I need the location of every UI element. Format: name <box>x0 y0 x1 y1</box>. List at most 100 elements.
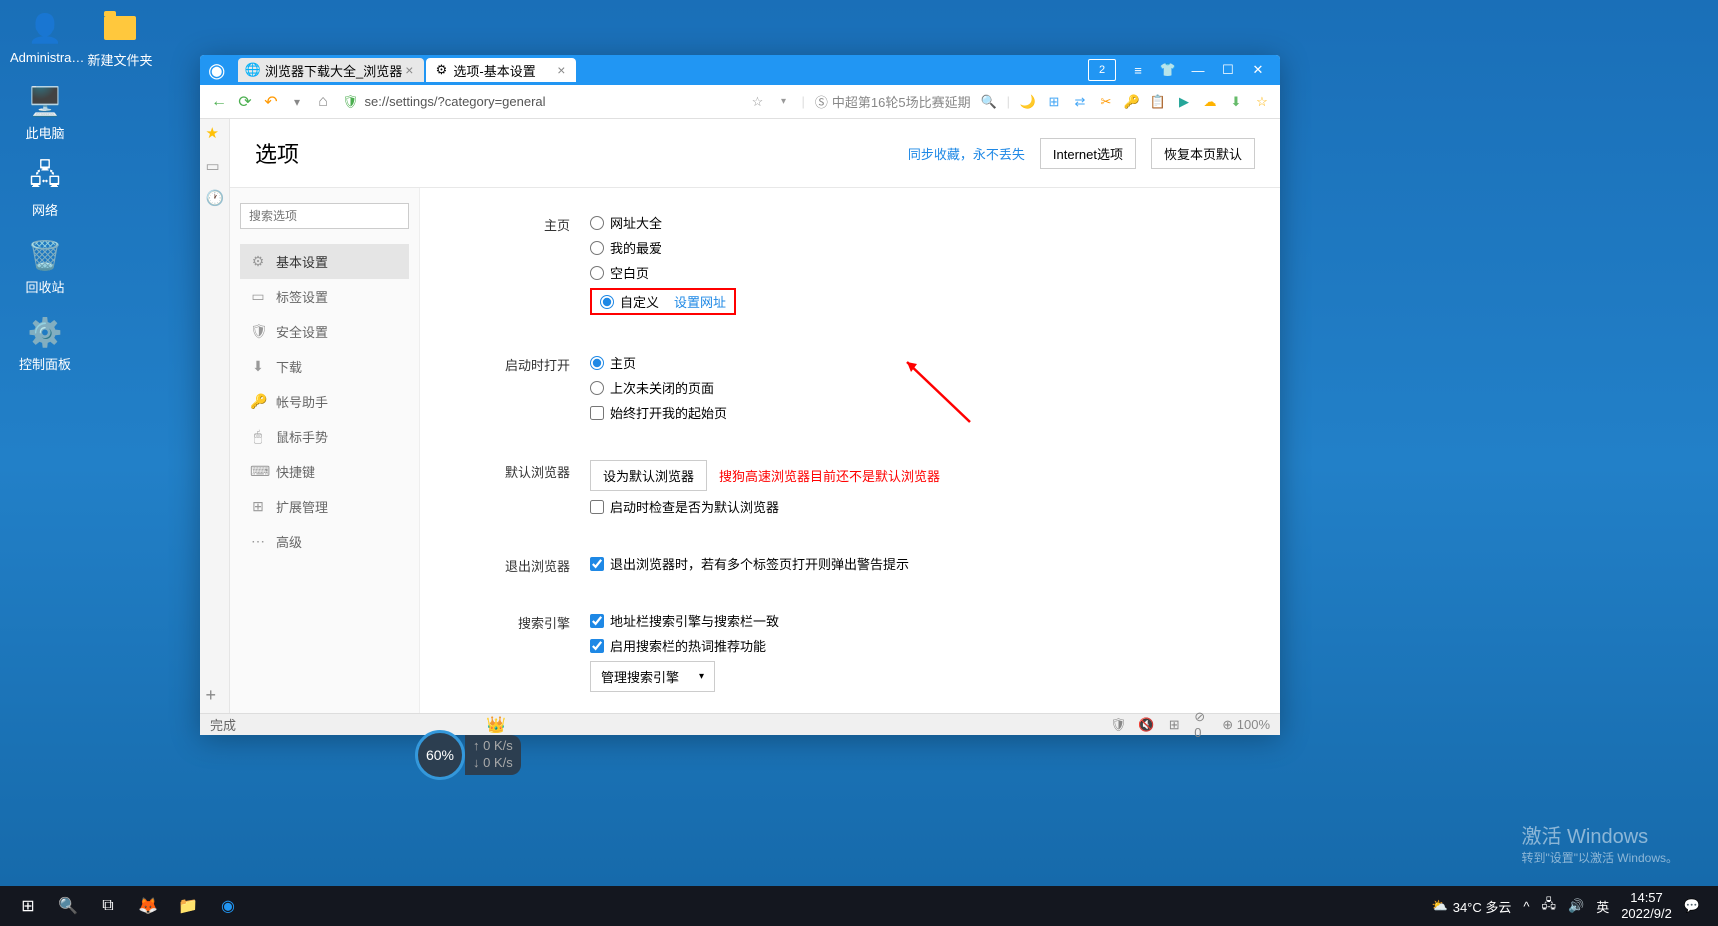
section-startup: 启动时打开 <box>460 353 590 428</box>
reading-icon[interactable]: ▭ <box>206 157 224 175</box>
sidebar-item-security[interactable]: 🛡安全设置 <box>240 314 409 349</box>
back-button[interactable]: ← <box>210 93 228 111</box>
search-button[interactable]: 🔍 <box>48 886 88 926</box>
toolbar: ← ⟳ ↶ ▾ ⌂ 🛡 se://settings/?category=gene… <box>200 85 1280 119</box>
taskbar-clock[interactable]: 14:57 2022/9/2 <box>1621 890 1672 921</box>
sidebar-item-shortcut[interactable]: ⌨快捷键 <box>240 454 409 489</box>
tab-1[interactable]: 🌐 浏览器下载大全_浏览器 × <box>238 58 424 82</box>
note-icon[interactable]: 📋 <box>1150 94 1166 110</box>
tab-close-icon[interactable]: × <box>554 62 568 78</box>
sidebar-item-account[interactable]: 🔑 帐号助手 <box>240 384 409 419</box>
reload-button[interactable]: ⟳ <box>236 93 254 111</box>
close-button[interactable]: ✕ <box>1244 59 1272 81</box>
shield-status-icon[interactable]: 🛡 <box>1110 717 1126 733</box>
scissors-icon[interactable]: ✂ <box>1098 94 1114 110</box>
internet-options-button[interactable]: Internet选项 <box>1040 138 1136 169</box>
speed-widget[interactable]: 60% ↑ 0 K/s ↓ 0 K/s <box>415 730 521 780</box>
notification-icon[interactable]: 💬 <box>1684 898 1700 914</box>
grid-icon: ⊞ <box>250 498 266 515</box>
desktop-icon-recycle[interactable]: 🗑️回收站 <box>10 237 80 296</box>
desktop-icon-folder[interactable]: 新建文件夹 <box>85 10 155 69</box>
undo-button[interactable]: ↶ <box>262 93 280 111</box>
tab-close-icon[interactable]: × <box>402 62 416 78</box>
checkbox-hotword[interactable] <box>590 639 604 653</box>
zoom-level[interactable]: ⊕ 100% <box>1222 717 1270 733</box>
start-button[interactable]: ⊞ <box>8 886 48 926</box>
sidebar-item-extension[interactable]: ⊞扩展管理 <box>240 489 409 524</box>
sidebar-item-label: 快捷键 <box>276 462 315 481</box>
desktop-icon-network[interactable]: 🖧网络 <box>10 160 80 219</box>
tray-chevron-icon[interactable]: ^ <box>1523 899 1529 914</box>
star-icon[interactable]: ☆ <box>750 94 766 110</box>
explorer-icon[interactable]: 📁 <box>168 886 208 926</box>
dropdown-icon[interactable]: ▾ <box>288 93 306 111</box>
radio-start-last[interactable] <box>590 381 604 395</box>
firefox-icon[interactable]: 🦊 <box>128 886 168 926</box>
settings-sidebar: ⚙基本设置 ▭标签设置 🛡安全设置 ⬇下载 🔑 帐号助手 🖱鼠标手势 ⌨快捷键 ⊞… <box>230 188 420 713</box>
minimize-button[interactable]: — <box>1184 59 1212 81</box>
set-url-link[interactable]: 设置网址 <box>674 292 726 311</box>
tab-label: 浏览器下载大全_浏览器 <box>265 61 402 80</box>
tray-network-icon[interactable]: 🖧 <box>1542 895 1557 917</box>
checkbox-always-startpage[interactable] <box>590 406 604 420</box>
favorite-icon[interactable]: ☆ <box>1254 94 1270 110</box>
manage-search-dropdown[interactable]: 管理搜索引擎▾ <box>590 661 715 692</box>
maximize-button[interactable]: ☐ <box>1214 59 1242 81</box>
settings-content: 主页 网址大全 我的最爱 空白页 自定义 设置网址 <box>420 188 1280 713</box>
section-exit: 退出浏览器 <box>460 554 590 579</box>
desktop-icon-admin[interactable]: 👤Administra… <box>10 10 80 65</box>
checkbox-search-same[interactable] <box>590 614 604 628</box>
radio-blank[interactable] <box>590 266 604 280</box>
tray-ime[interactable]: 英 <box>1596 897 1609 916</box>
sidebar-item-download[interactable]: ⬇下载 <box>240 349 409 384</box>
restore-defaults-button[interactable]: 恢复本页默认 <box>1151 138 1255 169</box>
sync-link[interactable]: 同步收藏，永不丢失 <box>908 144 1025 163</box>
block-icon[interactable]: ⊘ 0 <box>1194 717 1210 733</box>
sidebar-item-mouse[interactable]: 🖱鼠标手势 <box>240 419 409 454</box>
tab-2-active[interactable]: ⚙ 选项-基本设置 × <box>426 58 576 82</box>
radio-custom[interactable] <box>600 295 614 309</box>
skin-icon[interactable]: 👕 <box>1154 59 1182 81</box>
desktop: 👤Administra… 🖥️此电脑 🖧网络 🗑️回收站 ⚙️控制面板 <box>10 10 80 391</box>
download-icon[interactable]: ⬇ <box>1228 94 1244 110</box>
news-ticker[interactable]: Ⓢ 中超第16轮5场比赛延期 <box>815 92 971 111</box>
highlighted-custom-option: 自定义 设置网址 <box>590 288 736 315</box>
sidebar-item-advanced[interactable]: ⋯高级 <box>240 524 409 559</box>
cloud-icon[interactable]: ☁ <box>1202 94 1218 110</box>
sidebar-item-label: 帐号助手 <box>276 392 328 411</box>
search-icon[interactable]: 🔍 <box>981 94 997 110</box>
set-default-button[interactable]: 设为默认浏览器 <box>590 460 707 491</box>
tray-volume-icon[interactable]: 🔊 <box>1568 898 1584 914</box>
statusbar: 完成 👑 🛡 🔇 ⊞ ⊘ 0 ⊕ 100% <box>200 713 1280 735</box>
home-button[interactable]: ⌂ <box>314 93 332 111</box>
weather-widget[interactable]: ⛅ 34°C 多云 <box>1432 897 1512 916</box>
radio-url-all[interactable] <box>590 216 604 230</box>
tab-count-badge[interactable]: 2 <box>1088 59 1116 81</box>
menu-icon[interactable]: ≡ <box>1124 59 1152 81</box>
sogou-browser-icon[interactable]: ◉ <box>208 886 248 926</box>
window-icon[interactable]: ⊞ <box>1046 94 1062 110</box>
dropdown-icon[interactable]: ▾ <box>776 94 792 110</box>
add-panel-icon[interactable]: + <box>206 685 224 703</box>
key-icon: 🔑 <box>250 393 266 410</box>
search-input[interactable] <box>240 203 409 229</box>
sidebar-item-basic[interactable]: ⚙基本设置 <box>240 244 409 279</box>
grid-icon[interactable]: ⊞ <box>1166 717 1182 733</box>
history-icon[interactable]: 🕐 <box>206 190 224 208</box>
desktop-icon-thispc[interactable]: 🖥️此电脑 <box>10 83 80 142</box>
taskview-button[interactable]: ⧉ <box>88 886 128 926</box>
shield-icon: 🛡 <box>342 94 359 110</box>
radio-favorite[interactable] <box>590 241 604 255</box>
address-bar[interactable]: 🛡 se://settings/?category=general <box>342 94 662 110</box>
radio-start-home[interactable] <box>590 356 604 370</box>
checkbox-exit-warn[interactable] <box>590 557 604 571</box>
checkbox-check-default[interactable] <box>590 500 604 514</box>
translate-icon[interactable]: ⇄ <box>1072 94 1088 110</box>
moon-icon[interactable]: 🌙 <box>1020 94 1036 110</box>
mute-icon[interactable]: 🔇 <box>1138 717 1154 733</box>
key-icon[interactable]: 🔑 <box>1124 94 1140 110</box>
bookmarks-icon[interactable]: ★ <box>206 124 224 142</box>
video-icon[interactable]: ▶ <box>1176 94 1192 110</box>
sidebar-item-tabs[interactable]: ▭标签设置 <box>240 279 409 314</box>
desktop-icon-control[interactable]: ⚙️控制面板 <box>10 314 80 373</box>
